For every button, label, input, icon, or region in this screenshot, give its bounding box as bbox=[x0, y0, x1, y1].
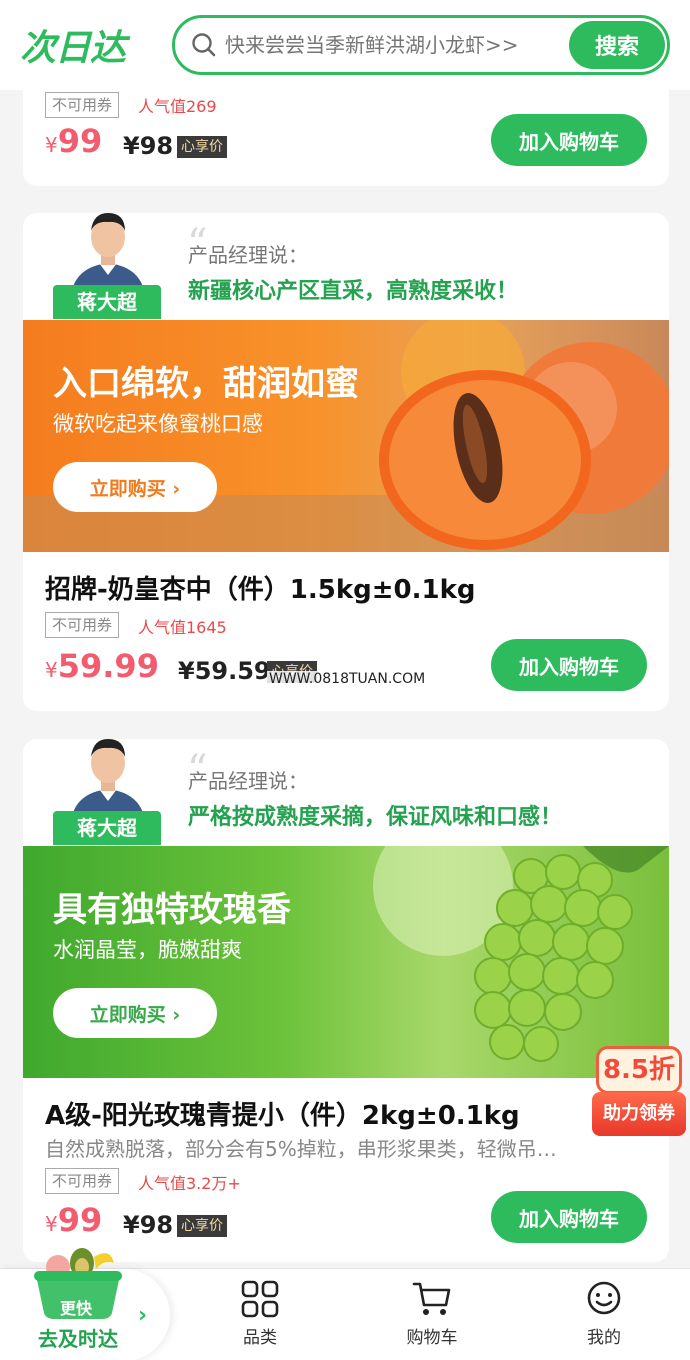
price: ¥99 bbox=[45, 122, 103, 160]
add-to-cart-button[interactable]: 加入购物车 bbox=[491, 114, 647, 166]
search-icon bbox=[192, 33, 216, 57]
product-description: 自然成熟脱落，部分会有5%掉粒，串形浆果类，轻微吊… bbox=[45, 1137, 557, 1161]
price: ¥59.99 bbox=[45, 647, 159, 685]
discount-coupon-badge[interactable]: 8.5折 助力领券 bbox=[592, 1046, 686, 1138]
watermark: WWW.0818TUAN.COM bbox=[267, 671, 428, 687]
coupon-badge: 不可用券 bbox=[45, 612, 120, 638]
product-title[interactable]: A级-阳光玫瑰青提小（件）2kg±0.1kg bbox=[45, 1095, 520, 1132]
product-banner[interactable]: 入口绵软，甜润如蜜 微软吃起来像蜜桃口感 立即购买 › bbox=[23, 320, 669, 552]
search-bar[interactable]: 搜索 bbox=[172, 15, 670, 75]
product-card[interactable]: 蒋大超 “ 产品经理说： 新疆核心产区直采，高熟度采收！ 入口绵软，甜润如蜜 微… bbox=[23, 213, 669, 711]
search-input[interactable] bbox=[225, 33, 555, 57]
smiley-icon bbox=[587, 1281, 621, 1315]
product-title[interactable]: 招牌-奶皇杏中（件）1.5kg±0.1kg bbox=[45, 569, 476, 606]
product-manager-row: 蒋大超 “ 产品经理说： 新疆核心产区直采，高熟度采收！ bbox=[23, 213, 669, 323]
nav-item-profile[interactable]: 我的 bbox=[554, 1279, 654, 1348]
nav-label: 我的 bbox=[587, 1328, 621, 1348]
banner-title: 具有独特玫瑰香 bbox=[53, 890, 291, 930]
product-card[interactable]: 蒋大超 “ 产品经理说： 严格按成熟度采摘，保证风味和口感！ 具有独特玫瑰香 水… bbox=[23, 739, 669, 1262]
pm-label: 产品经理说： bbox=[188, 769, 308, 793]
coupon-badge: 不可用券 bbox=[45, 92, 120, 118]
price: ¥99 bbox=[45, 1201, 103, 1239]
vip-price: ¥98 bbox=[123, 1211, 174, 1239]
pm-quote: 新疆核心产区直采，高熟度采收！ bbox=[188, 279, 519, 304]
avatar bbox=[61, 213, 155, 295]
grid-icon bbox=[241, 1280, 279, 1318]
quick-delivery-button[interactable]: 更快 去及时达 › bbox=[0, 1248, 170, 1360]
cart-icon bbox=[412, 1282, 451, 1315]
vip-price: ¥59.59 bbox=[178, 657, 271, 685]
vip-tag: 心享价 bbox=[177, 136, 227, 158]
product-manager-row: 蒋大超 “ 产品经理说： 严格按成熟度采摘，保证风味和口感！ bbox=[23, 739, 669, 849]
vip-tag: 心享价 bbox=[177, 1215, 227, 1237]
quick-label: 去及时达 bbox=[38, 1327, 118, 1351]
bottom-nav: 更快 去及时达 › 品类 购物车 我的 bbox=[0, 1248, 690, 1360]
popularity-text: 人气值269 bbox=[138, 97, 217, 116]
buy-now-button[interactable]: 立即购买 › bbox=[53, 988, 217, 1038]
add-to-cart-button[interactable]: 加入购物车 bbox=[491, 1191, 647, 1243]
banner-title: 入口绵软，甜润如蜜 bbox=[53, 364, 359, 404]
search-button[interactable]: 搜索 bbox=[569, 21, 665, 69]
buy-now-button[interactable]: 立即购买 › bbox=[53, 462, 217, 512]
header: 次日达 搜索 bbox=[0, 0, 690, 90]
avatar bbox=[61, 739, 155, 821]
quick-top-text: 更快 bbox=[60, 1299, 93, 1318]
chevron-right-icon: › bbox=[138, 1303, 148, 1328]
nav-label: 购物车 bbox=[406, 1328, 458, 1348]
discount-value: 8.5折 bbox=[596, 1046, 682, 1094]
nav-label: 品类 bbox=[243, 1328, 277, 1348]
pm-name-tag: 蒋大超 bbox=[53, 285, 161, 319]
coupon-badge: 不可用券 bbox=[45, 1168, 120, 1194]
nav-item-cart[interactable]: 购物车 bbox=[382, 1279, 482, 1348]
discount-label: 助力领券 bbox=[592, 1092, 686, 1136]
banner-subtitle: 微软吃起来像蜜桃口感 bbox=[53, 412, 263, 436]
popularity-text: 人气值1645 bbox=[138, 618, 227, 637]
pm-label: 产品经理说： bbox=[188, 243, 308, 267]
pm-quote: 严格按成熟度采摘，保证风味和口感！ bbox=[188, 805, 563, 830]
vip-price: ¥98 bbox=[123, 132, 174, 160]
add-to-cart-button[interactable]: 加入购物车 bbox=[491, 639, 647, 691]
banner-subtitle: 水润晶莹，脆嫩甜爽 bbox=[53, 938, 242, 962]
app-logo[interactable]: 次日达 bbox=[20, 19, 160, 71]
nav-item-category[interactable]: 品类 bbox=[210, 1279, 310, 1348]
product-banner[interactable]: 具有独特玫瑰香 水润晶莹，脆嫩甜爽 立即购买 › bbox=[23, 846, 669, 1078]
popularity-text: 人气值3.2万+ bbox=[138, 1174, 241, 1193]
pm-name-tag: 蒋大超 bbox=[53, 811, 161, 845]
